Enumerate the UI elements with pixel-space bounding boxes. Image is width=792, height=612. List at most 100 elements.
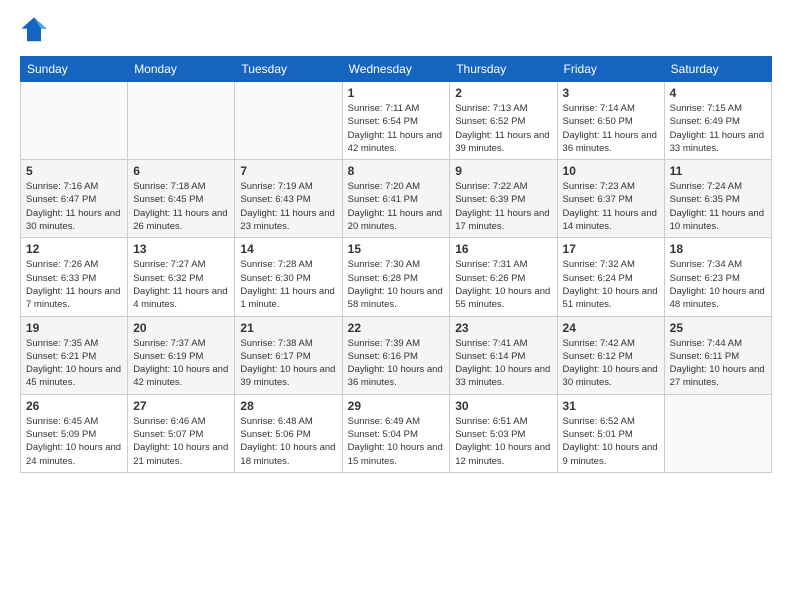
- calendar-cell: 7 Sunrise: 7:19 AM Sunset: 6:43 PM Daylig…: [235, 160, 342, 238]
- day-info: Sunrise: 7:39 AM Sunset: 6:16 PM Dayligh…: [348, 337, 445, 390]
- day-number: 3: [563, 86, 659, 100]
- day-info: Sunrise: 7:44 AM Sunset: 6:11 PM Dayligh…: [670, 337, 766, 390]
- calendar-table: SundayMondayTuesdayWednesdayThursdayFrid…: [20, 56, 772, 473]
- day-info: Sunrise: 7:42 AM Sunset: 6:12 PM Dayligh…: [563, 337, 659, 390]
- calendar-week-row: 5Sunrise: 7:16 AM Sunset: 6:47 PM Daylig…: [21, 160, 772, 238]
- day-number: 8: [348, 164, 445, 178]
- calendar-cell: 12 Sunrise: 7:26 AM Sunset: 6:33 PM Dayli…: [21, 238, 128, 316]
- page-header: [20, 16, 772, 44]
- calendar-cell: 30 Sunrise: 6:51 AM Sunset: 5:03 PM Dayli…: [450, 394, 557, 472]
- calendar-cell: 28 Sunrise: 6:48 AM Sunset: 5:06 PM Dayli…: [235, 394, 342, 472]
- day-info: Sunrise: 6:45 AM Sunset: 5:09 PM Dayligh…: [26, 415, 122, 468]
- calendar-cell: 6 Sunrise: 7:18 AM Sunset: 6:45 PM Daylig…: [128, 160, 235, 238]
- day-info: Sunrise: 7:19 AM Sunset: 6:43 PM Dayligh…: [240, 180, 336, 233]
- calendar-cell: [235, 82, 342, 160]
- calendar-cell: 24 Sunrise: 7:42 AM Sunset: 6:12 PM Dayli…: [557, 316, 664, 394]
- calendar-cell: 10 Sunrise: 7:23 AM Sunset: 6:37 PM Dayli…: [557, 160, 664, 238]
- calendar-cell: 17 Sunrise: 7:32 AM Sunset: 6:24 PM Dayli…: [557, 238, 664, 316]
- day-info: Sunrise: 7:20 AM Sunset: 6:41 PM Dayligh…: [348, 180, 445, 233]
- day-number: 16: [455, 242, 551, 256]
- logo-icon: [20, 16, 48, 44]
- day-number: 17: [563, 242, 659, 256]
- day-number: 20: [133, 321, 229, 335]
- calendar-cell: 9Sunrise: 7:22 AM Sunset: 6:39 PM Daylig…: [450, 160, 557, 238]
- day-number: 7: [240, 164, 336, 178]
- weekday-header-monday: Monday: [128, 57, 235, 82]
- day-info: Sunrise: 7:30 AM Sunset: 6:28 PM Dayligh…: [348, 258, 445, 311]
- calendar-cell: 14 Sunrise: 7:28 AM Sunset: 6:30 PM Dayli…: [235, 238, 342, 316]
- day-number: 28: [240, 399, 336, 413]
- day-number: 14: [240, 242, 336, 256]
- calendar-page: SundayMondayTuesdayWednesdayThursdayFrid…: [0, 0, 792, 612]
- day-number: 19: [26, 321, 122, 335]
- calendar-cell: 15 Sunrise: 7:30 AM Sunset: 6:28 PM Dayli…: [342, 238, 450, 316]
- calendar-week-row: 26 Sunrise: 6:45 AM Sunset: 5:09 PM Dayli…: [21, 394, 772, 472]
- day-number: 2: [455, 86, 551, 100]
- day-info: Sunrise: 7:11 AM Sunset: 6:54 PM Dayligh…: [348, 102, 445, 155]
- day-info: Sunrise: 7:14 AM Sunset: 6:50 PM Dayligh…: [563, 102, 659, 155]
- day-info: Sunrise: 7:18 AM Sunset: 6:45 PM Dayligh…: [133, 180, 229, 233]
- calendar-cell: 18 Sunrise: 7:34 AM Sunset: 6:23 PM Dayli…: [664, 238, 771, 316]
- day-number: 4: [670, 86, 766, 100]
- calendar-cell: 23 Sunrise: 7:41 AM Sunset: 6:14 PM Dayli…: [450, 316, 557, 394]
- day-info: Sunrise: 7:15 AM Sunset: 6:49 PM Dayligh…: [670, 102, 766, 155]
- day-info: Sunrise: 6:51 AM Sunset: 5:03 PM Dayligh…: [455, 415, 551, 468]
- calendar-cell: 29Sunrise: 6:49 AM Sunset: 5:04 PM Dayli…: [342, 394, 450, 472]
- calendar-cell: 3 Sunrise: 7:14 AM Sunset: 6:50 PM Daylig…: [557, 82, 664, 160]
- day-info: Sunrise: 7:16 AM Sunset: 6:47 PM Dayligh…: [26, 180, 122, 233]
- calendar-week-row: 19 Sunrise: 7:35 AM Sunset: 6:21 PM Dayli…: [21, 316, 772, 394]
- day-number: 11: [670, 164, 766, 178]
- calendar-cell: 31 Sunrise: 6:52 AM Sunset: 5:01 PM Dayli…: [557, 394, 664, 472]
- weekday-header-saturday: Saturday: [664, 57, 771, 82]
- weekday-header-thursday: Thursday: [450, 57, 557, 82]
- day-number: 31: [563, 399, 659, 413]
- day-number: 25: [670, 321, 766, 335]
- calendar-cell: 22 Sunrise: 7:39 AM Sunset: 6:16 PM Dayli…: [342, 316, 450, 394]
- day-info: Sunrise: 6:48 AM Sunset: 5:06 PM Dayligh…: [240, 415, 336, 468]
- day-number: 27: [133, 399, 229, 413]
- day-info: Sunrise: 7:34 AM Sunset: 6:23 PM Dayligh…: [670, 258, 766, 311]
- day-number: 10: [563, 164, 659, 178]
- calendar-cell: 11Sunrise: 7:24 AM Sunset: 6:35 PM Dayli…: [664, 160, 771, 238]
- day-number: 13: [133, 242, 229, 256]
- day-info: Sunrise: 6:46 AM Sunset: 5:07 PM Dayligh…: [133, 415, 229, 468]
- calendar-cell: 13Sunrise: 7:27 AM Sunset: 6:32 PM Dayli…: [128, 238, 235, 316]
- logo: [20, 16, 52, 44]
- day-info: Sunrise: 7:32 AM Sunset: 6:24 PM Dayligh…: [563, 258, 659, 311]
- day-info: Sunrise: 7:35 AM Sunset: 6:21 PM Dayligh…: [26, 337, 122, 390]
- day-number: 30: [455, 399, 551, 413]
- weekday-header-tuesday: Tuesday: [235, 57, 342, 82]
- calendar-cell: 21Sunrise: 7:38 AM Sunset: 6:17 PM Dayli…: [235, 316, 342, 394]
- calendar-cell: 27 Sunrise: 6:46 AM Sunset: 5:07 PM Dayli…: [128, 394, 235, 472]
- calendar-cell: 16 Sunrise: 7:31 AM Sunset: 6:26 PM Dayli…: [450, 238, 557, 316]
- calendar-cell: 25 Sunrise: 7:44 AM Sunset: 6:11 PM Dayli…: [664, 316, 771, 394]
- day-info: Sunrise: 7:28 AM Sunset: 6:30 PM Dayligh…: [240, 258, 336, 311]
- day-info: Sunrise: 7:26 AM Sunset: 6:33 PM Dayligh…: [26, 258, 122, 311]
- day-info: Sunrise: 7:23 AM Sunset: 6:37 PM Dayligh…: [563, 180, 659, 233]
- day-number: 26: [26, 399, 122, 413]
- weekday-header-sunday: Sunday: [21, 57, 128, 82]
- calendar-cell: 19 Sunrise: 7:35 AM Sunset: 6:21 PM Dayli…: [21, 316, 128, 394]
- day-info: Sunrise: 7:31 AM Sunset: 6:26 PM Dayligh…: [455, 258, 551, 311]
- day-info: Sunrise: 6:52 AM Sunset: 5:01 PM Dayligh…: [563, 415, 659, 468]
- day-number: 6: [133, 164, 229, 178]
- weekday-header-friday: Friday: [557, 57, 664, 82]
- calendar-week-row: 12 Sunrise: 7:26 AM Sunset: 6:33 PM Dayli…: [21, 238, 772, 316]
- day-number: 21: [240, 321, 336, 335]
- calendar-cell: 26 Sunrise: 6:45 AM Sunset: 5:09 PM Dayli…: [21, 394, 128, 472]
- day-number: 23: [455, 321, 551, 335]
- calendar-cell: 4 Sunrise: 7:15 AM Sunset: 6:49 PM Daylig…: [664, 82, 771, 160]
- day-number: 15: [348, 242, 445, 256]
- calendar-cell: [664, 394, 771, 472]
- day-number: 24: [563, 321, 659, 335]
- day-info: Sunrise: 7:41 AM Sunset: 6:14 PM Dayligh…: [455, 337, 551, 390]
- calendar-cell: [128, 82, 235, 160]
- calendar-cell: 5Sunrise: 7:16 AM Sunset: 6:47 PM Daylig…: [21, 160, 128, 238]
- weekday-header-wednesday: Wednesday: [342, 57, 450, 82]
- day-number: 18: [670, 242, 766, 256]
- calendar-cell: 20Sunrise: 7:37 AM Sunset: 6:19 PM Dayli…: [128, 316, 235, 394]
- weekday-header-row: SundayMondayTuesdayWednesdayThursdayFrid…: [21, 57, 772, 82]
- day-number: 12: [26, 242, 122, 256]
- calendar-cell: 8 Sunrise: 7:20 AM Sunset: 6:41 PM Daylig…: [342, 160, 450, 238]
- day-number: 22: [348, 321, 445, 335]
